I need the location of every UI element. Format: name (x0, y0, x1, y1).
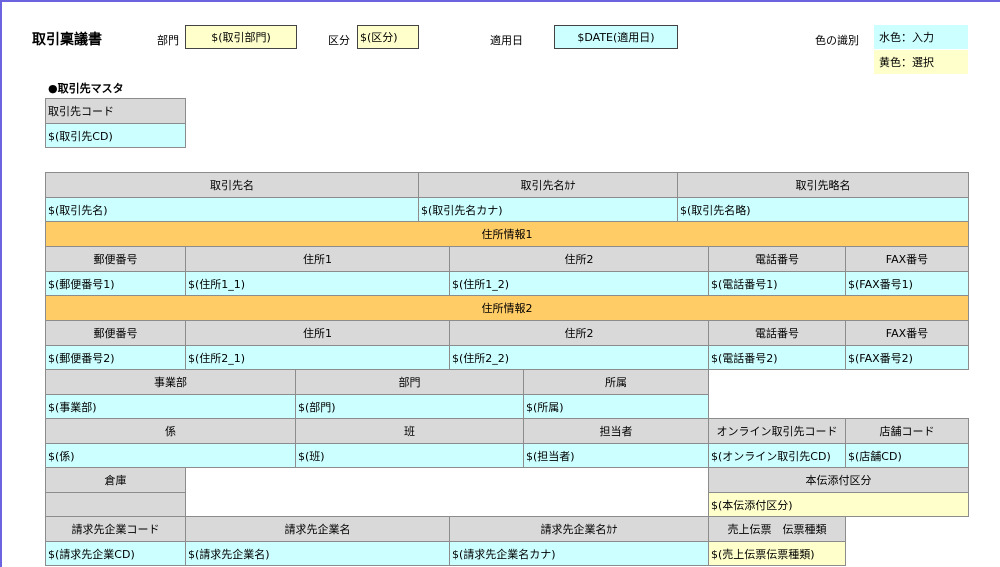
category-select[interactable]: $(区分) (357, 25, 419, 49)
address1-addr2-header: 住所2 (449, 246, 709, 272)
belong-input[interactable]: $(所属) (523, 394, 709, 419)
window-frame-top (0, 0, 1000, 2)
belong-header: 所属 (523, 369, 709, 395)
warehouse-value (45, 492, 186, 517)
partner-name-header: 取引先名 (45, 172, 419, 198)
address2-zip-header: 郵便番号 (45, 320, 186, 346)
address1-tel-header: 電話番号 (708, 246, 846, 272)
billing-code-input[interactable]: $(請求先企業CD) (45, 541, 186, 566)
dept-select[interactable]: $(取引部門) (185, 25, 297, 49)
org-dept-input[interactable]: $(部門) (295, 394, 524, 419)
store-code-input[interactable]: $(店舗CD) (845, 443, 969, 468)
partner-kana-input[interactable]: $(取引先名カナ) (418, 197, 678, 222)
slip-attach-header: 本伝添付区分 (708, 467, 969, 493)
address2-tel-input[interactable]: $(電話番号2) (708, 345, 846, 370)
division-input[interactable]: $(事業部) (45, 394, 296, 419)
partner-short-input[interactable]: $(取引先名略) (677, 197, 969, 222)
address2-band: 住所情報2 (45, 295, 969, 321)
online-code-header: オンライン取引先コード (708, 418, 846, 444)
address1-addr1-header: 住所1 (185, 246, 450, 272)
person-header: 担当者 (523, 418, 709, 444)
org-dept-header: 部門 (295, 369, 524, 395)
address2-fax-input[interactable]: $(FAX番号2) (845, 345, 969, 370)
address1-addr1-input[interactable]: $(住所1_1) (185, 271, 450, 296)
division-header: 事業部 (45, 369, 296, 395)
address1-zip-input[interactable]: $(郵便番号1) (45, 271, 186, 296)
window-frame-left (0, 0, 2, 567)
address1-zip-header: 郵便番号 (45, 246, 186, 272)
address2-addr2-input[interactable]: $(住所2_2) (449, 345, 709, 370)
address2-zip-input[interactable]: $(郵便番号2) (45, 345, 186, 370)
address1-fax-header: FAX番号 (845, 246, 969, 272)
person-input[interactable]: $(担当者) (523, 443, 709, 468)
address2-tel-header: 電話番号 (708, 320, 846, 346)
partner-kana-header: 取引先名ｶﾅ (418, 172, 678, 198)
billing-kana-header: 請求先企業名ｶﾅ (449, 516, 709, 542)
store-code-header: 店舗コード (845, 418, 969, 444)
apply-date-label: 適用日 (490, 34, 523, 47)
page-title: 取引稟議書 (32, 32, 102, 48)
slip-attach-select[interactable]: $(本伝添付区分) (708, 492, 969, 517)
address1-tel-input[interactable]: $(電話番号1) (708, 271, 846, 296)
address1-fax-input[interactable]: $(FAX番号1) (845, 271, 969, 296)
team-input[interactable]: $(班) (295, 443, 524, 468)
sales-slip-type-select[interactable]: $(売上伝票伝票種類) (708, 541, 846, 566)
billing-kana-input[interactable]: $(請求先企業名カナ) (449, 541, 709, 566)
sales-slip-type-header: 売上伝票 伝票種類 (708, 516, 846, 542)
dept-label: 部門 (157, 34, 179, 47)
color-legend-label: 色の識別 (815, 34, 859, 47)
address1-addr2-input[interactable]: $(住所1_2) (449, 271, 709, 296)
partner-name-input[interactable]: $(取引先名) (45, 197, 419, 222)
warehouse-header: 倉庫 (45, 467, 186, 493)
partner-code-input[interactable]: $(取引先CD) (45, 123, 186, 148)
apply-date-input[interactable]: $DATE(適用日) (554, 25, 678, 49)
address2-fax-header: FAX番号 (845, 320, 969, 346)
partner-code-header: 取引先コード (45, 98, 186, 124)
address2-addr2-header: 住所2 (449, 320, 709, 346)
partner-short-header: 取引先略名 (677, 172, 969, 198)
billing-code-header: 請求先企業コード (45, 516, 186, 542)
legend-input-color: 水色：入力 (874, 25, 968, 49)
billing-name-header: 請求先企業名 (185, 516, 450, 542)
section-header: 係 (45, 418, 296, 444)
section-input[interactable]: $(係) (45, 443, 296, 468)
legend-select-color: 黄色：選択 (874, 50, 968, 74)
online-code-input[interactable]: $(オンライン取引先CD) (708, 443, 846, 468)
address2-addr1-input[interactable]: $(住所2_1) (185, 345, 450, 370)
billing-name-input[interactable]: $(請求先企業名) (185, 541, 450, 566)
address2-addr1-header: 住所1 (185, 320, 450, 346)
category-label: 区分 (328, 34, 350, 47)
address1-band: 住所情報1 (45, 221, 969, 247)
team-header: 班 (295, 418, 524, 444)
section-title-master: ●取引先マスタ (48, 82, 124, 95)
